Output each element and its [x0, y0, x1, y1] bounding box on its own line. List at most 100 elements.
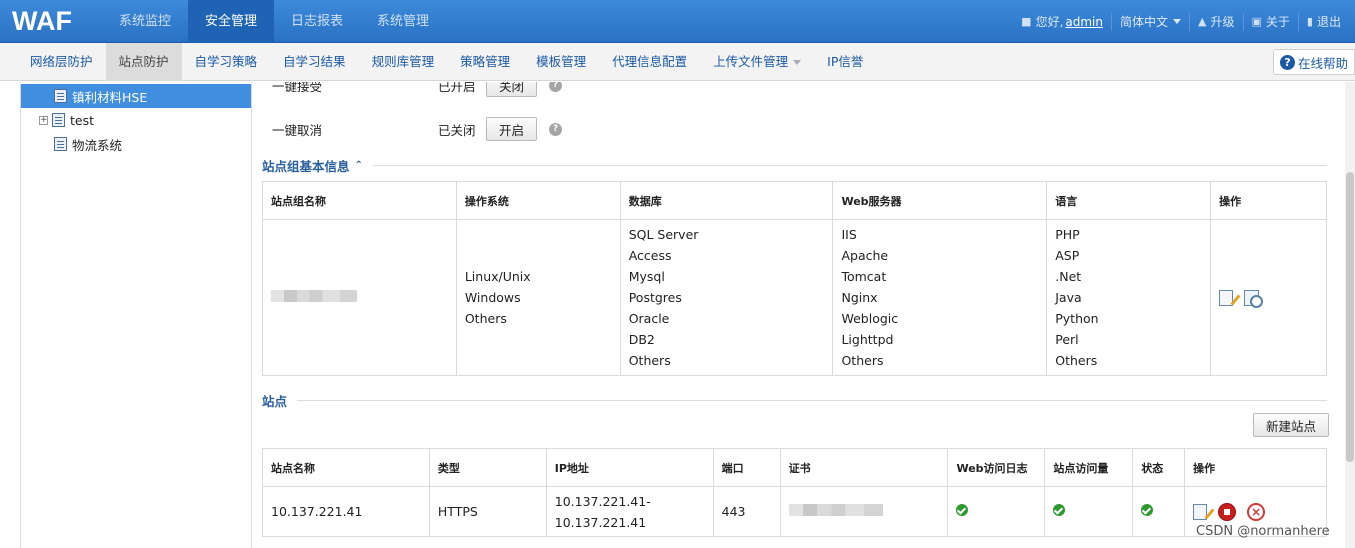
main-nav-security[interactable]: 安全管理 [188, 0, 275, 43]
expand-icon[interactable]: + [39, 115, 48, 125]
chevron-down-icon [793, 60, 802, 65]
main-nav: 系统监控 安全管理 日志报表 系统管理 [102, 0, 446, 43]
stop-icon[interactable] [1218, 502, 1237, 521]
tree-item-selected[interactable]: 镇利材料HSE [21, 84, 251, 108]
logout-link[interactable]: ▮ 退出 [1297, 12, 1349, 31]
language-select[interactable]: 简体中文 [1111, 12, 1189, 31]
site-group-tree: 镇利材料HSE + test 物流系统 [20, 82, 252, 548]
col-header: 操作系统 [455, 181, 621, 220]
sub-nav: 网络层防护 站点防护 自学习策略 自学习结果 规则库管理 策略管理 模板管理 代… [0, 43, 1355, 81]
col-header: 站点名称 [262, 448, 430, 487]
actions-cell [1210, 219, 1327, 376]
divider [297, 400, 1327, 401]
col-header: 状态 [1132, 448, 1186, 487]
tab-upload-files[interactable]: 上传文件管理 [700, 43, 814, 81]
new-site-button[interactable]: 新建站点 [1253, 413, 1330, 437]
col-header: Web访问日志 [947, 448, 1046, 487]
site-group-icon [54, 137, 67, 151]
site-table: 站点名称 类型 IP地址 端口 证书 Web访问日志 站点访问量 状态 操作 1… [262, 448, 1327, 537]
col-header: 证书 [779, 448, 949, 487]
setting-row-cancel: 一键取消 已关闭 开启 ? [272, 117, 563, 141]
redacted-certificate [788, 504, 883, 516]
tree-item-test[interactable]: + test [39, 108, 94, 132]
tab-template-management[interactable]: 模板管理 [523, 43, 599, 81]
tree-item-logistics[interactable]: 物流系统 [54, 132, 122, 156]
logout-icon: ▮ [1306, 15, 1313, 28]
tab-site-protection[interactable]: 站点防护 [105, 43, 182, 81]
chevron-up-icon[interactable]: ⌃ [355, 160, 363, 171]
scrollbar-thumb[interactable] [1346, 172, 1354, 462]
db-cell: SQL Server Access Mysql Postgres Oracle … [619, 219, 834, 376]
edit-icon[interactable] [1193, 503, 1208, 520]
question-icon[interactable]: ? [549, 82, 563, 92]
tab-proxy-config[interactable]: 代理信息配置 [599, 43, 700, 81]
table-row: 10.137.221.41 HTTPS 10.137.221.41-10.137… [262, 486, 1327, 537]
about-link[interactable]: ▣ 关于 [1242, 12, 1298, 31]
site-name-cell: 10.137.221.41 [262, 486, 430, 537]
user-bar: ■ 您好, admin 简体中文 ▲ 升级 ▣ 关于 ▮ 退出 [1013, 0, 1349, 43]
tab-policy-management[interactable]: 策略管理 [447, 43, 523, 81]
tab-ip-reputation[interactable]: IP信誉 [814, 43, 876, 81]
sites-title: 站点 [262, 391, 1327, 410]
question-icon[interactable]: ? [549, 122, 563, 136]
site-port-cell: 443 [712, 486, 781, 537]
table-row: Linux/Unix Windows Others SQL Server Acc… [262, 219, 1327, 376]
username-link[interactable]: admin [1065, 15, 1103, 29]
group-name-cell [262, 219, 457, 376]
col-header: 站点访问量 [1044, 448, 1134, 487]
divider [372, 165, 1327, 166]
status-cell [1132, 486, 1186, 537]
setting-row-accept: 一键接受 已开启 关闭 ? [272, 82, 563, 97]
scrollbar[interactable] [1345, 82, 1355, 548]
col-header: Web服务器 [832, 181, 1048, 220]
site-group-icon [54, 89, 67, 103]
os-cell: Linux/Unix Windows Others [455, 219, 621, 376]
col-header: 站点组名称 [262, 181, 457, 220]
about-icon: ▣ [1251, 15, 1262, 28]
check-icon [1141, 504, 1154, 516]
main-content: 一键接受 已开启 关闭 ? 一键取消 已关闭 开启 ? 站点组基本信息 ⌃ 站点… [252, 82, 1345, 548]
tab-self-learning-result[interactable]: 自学习结果 [270, 43, 359, 81]
online-help-button[interactable]: ? 在线帮助 [1272, 49, 1355, 75]
web-server-cell: IIS Apache Tomcat Nginx Weblogic Lighttp… [832, 219, 1048, 376]
view-details-icon[interactable] [1244, 289, 1264, 308]
chevron-down-icon [1173, 19, 1182, 24]
redacted-name [271, 290, 357, 302]
table-header-row: 站点组名称 操作系统 数据库 Web服务器 语言 操作 [262, 181, 1327, 220]
visit-count-cell [1044, 486, 1134, 537]
web-log-cell [947, 486, 1046, 537]
top-bar: WAF 系统监控 安全管理 日志报表 系统管理 ■ 您好, admin 简体中文… [0, 0, 1355, 43]
col-header: 语言 [1046, 181, 1212, 220]
user-icon: ■ [1021, 15, 1032, 28]
check-icon [956, 504, 969, 516]
help-icon: ? [1279, 54, 1295, 70]
col-header: 端口 [712, 448, 781, 487]
edit-icon[interactable] [1219, 289, 1234, 306]
toggle-accept-button[interactable]: 关闭 [486, 82, 538, 97]
app-logo: WAF [12, 6, 72, 36]
main-nav-monitor[interactable]: 系统监控 [102, 0, 188, 43]
tab-rule-library[interactable]: 规则库管理 [359, 43, 448, 81]
group-info-title[interactable]: 站点组基本信息 ⌃ [262, 156, 1327, 175]
upgrade-link[interactable]: ▲ 升级 [1189, 12, 1242, 31]
site-cert-cell [779, 486, 949, 537]
toggle-cancel-button[interactable]: 开启 [486, 117, 538, 141]
site-type-cell: HTTPS [428, 486, 547, 537]
col-header: 类型 [428, 448, 547, 487]
language-cell: PHP ASP .Net Java Python Perl Others [1046, 219, 1212, 376]
site-ip-cell: 10.137.221.41-10.137.221.41 [545, 486, 714, 537]
check-icon [1053, 504, 1066, 516]
tab-self-learning-policy[interactable]: 自学习策略 [182, 43, 271, 81]
user-greeting: ■ 您好, admin [1021, 14, 1103, 30]
upgrade-icon: ▲ [1198, 15, 1207, 28]
site-group-icon [52, 113, 65, 127]
delete-icon[interactable]: × [1247, 502, 1266, 521]
main-nav-system[interactable]: 系统管理 [360, 0, 446, 43]
main-nav-reports[interactable]: 日志报表 [274, 0, 360, 43]
table-header-row: 站点名称 类型 IP地址 端口 证书 Web访问日志 站点访问量 状态 操作 [262, 448, 1327, 487]
col-header: 操作 [1184, 448, 1327, 487]
tab-network-protection[interactable]: 网络层防护 [17, 43, 106, 81]
col-header: 数据库 [619, 181, 834, 220]
site-group-table: 站点组名称 操作系统 数据库 Web服务器 语言 操作 Linux/Unix W… [262, 181, 1327, 376]
watermark: CSDN @normanhere [1196, 524, 1330, 539]
